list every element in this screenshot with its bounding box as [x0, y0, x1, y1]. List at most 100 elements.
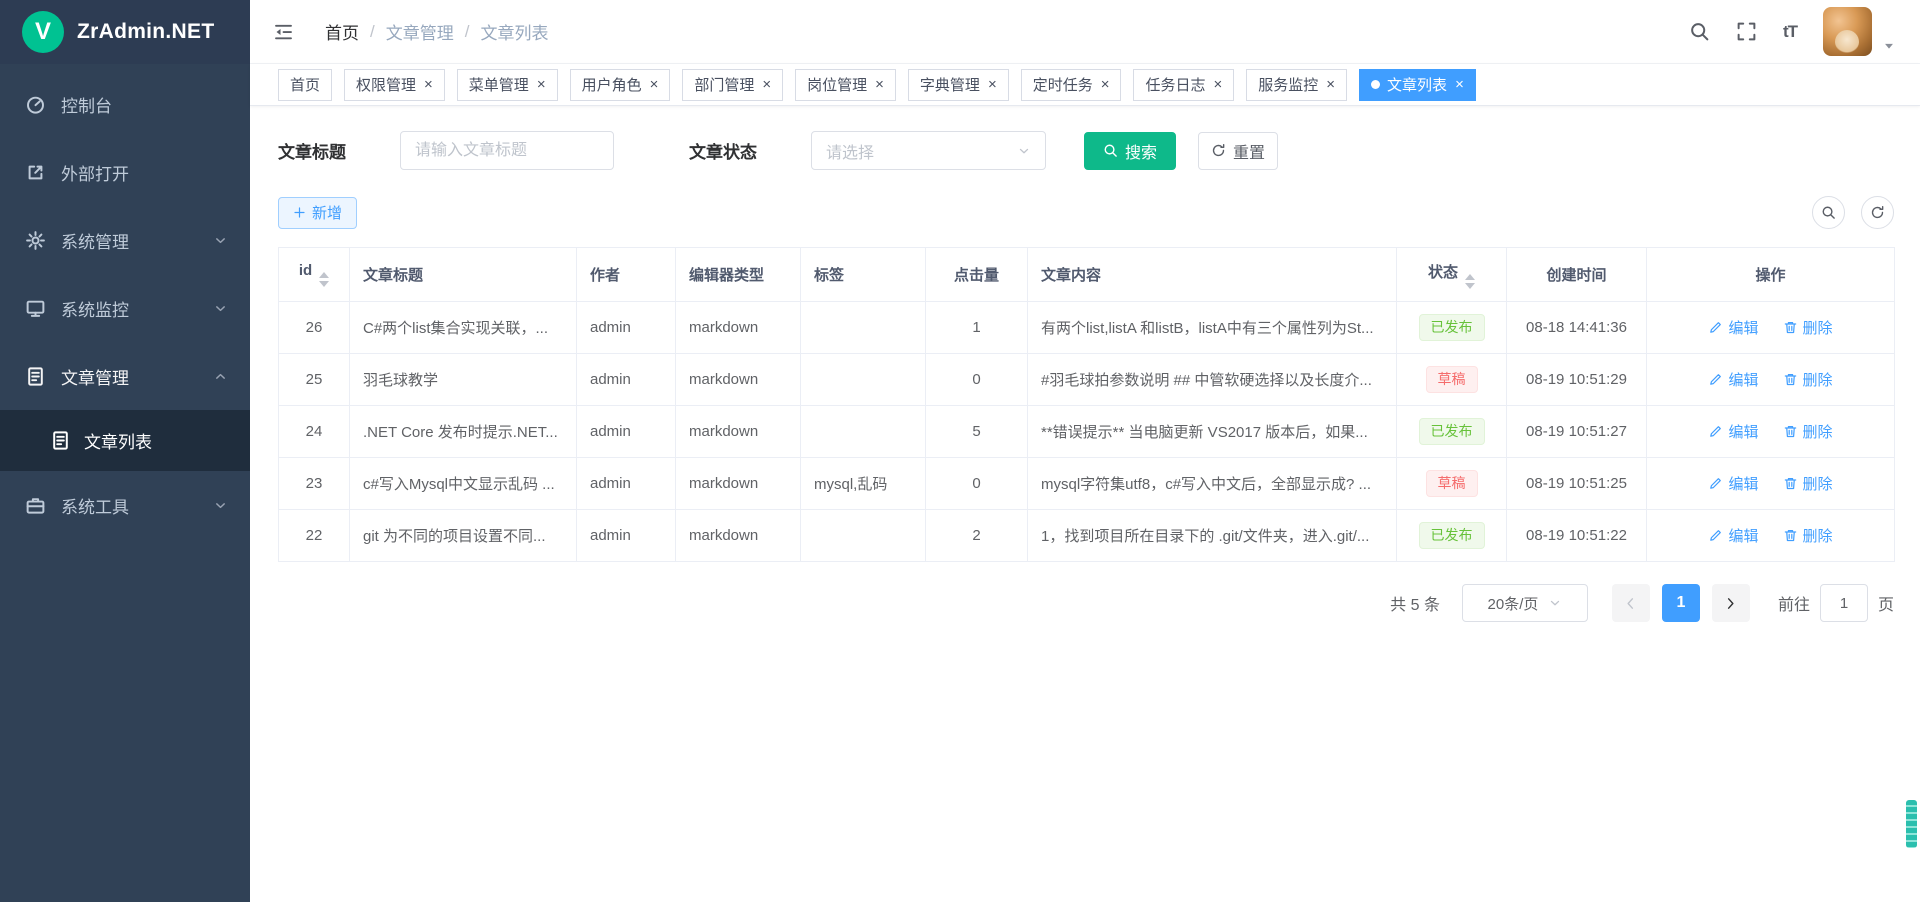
cell-status: 已发布 [1397, 510, 1507, 562]
column-header-title: 文章标题 [350, 248, 577, 302]
tab-close-icon[interactable]: × [762, 77, 771, 92]
prev-page-button[interactable] [1612, 584, 1650, 622]
edit-button-label: 编辑 [1728, 421, 1758, 442]
cell-actions: 编辑 删除 [1647, 354, 1895, 406]
table-row: 24.NET Core 发布时提示.NET...adminmarkdown5**… [279, 406, 1895, 458]
page-number-button[interactable]: 1 [1662, 584, 1700, 622]
sidebar-item-dashboard[interactable]: 控制台 [0, 70, 250, 138]
tab-home[interactable]: 首页 [278, 69, 332, 101]
tab-label: 服务监控 [1258, 74, 1318, 95]
reset-button[interactable]: 重置 [1198, 132, 1278, 170]
breadcrumb-separator: / [465, 22, 470, 42]
column-header-label: 创建时间 [1546, 267, 1606, 284]
tab-permission[interactable]: 权限管理× [344, 69, 445, 101]
sidebar-item-article-management[interactable]: 文章管理 [0, 342, 250, 410]
tab-user-role[interactable]: 用户角色× [570, 69, 671, 101]
caret-down-icon[interactable] [1882, 39, 1896, 53]
status-filter-placeholder: 请选择 [826, 139, 1017, 163]
delete-button[interactable]: 删除 [1783, 317, 1833, 338]
tab-close-icon[interactable]: × [1101, 77, 1110, 92]
cell-author: admin [577, 406, 676, 458]
tab-close-icon[interactable]: × [537, 77, 546, 92]
column-header-status[interactable]: 状态 [1397, 248, 1507, 302]
column-header-label: 点击量 [954, 267, 999, 284]
tab-close-icon[interactable]: × [1455, 77, 1464, 92]
toggle-search-button[interactable] [1812, 196, 1845, 229]
status-filter-select[interactable]: 请选择 [811, 131, 1046, 170]
delete-button[interactable]: 删除 [1783, 473, 1833, 494]
breadcrumb-item: 文章管理 [386, 19, 454, 44]
sidebar-item-label: 系统管理 [61, 228, 129, 253]
delete-icon [1783, 372, 1798, 387]
avatar[interactable] [1823, 7, 1872, 56]
column-header-content: 文章内容 [1028, 248, 1397, 302]
tab-post[interactable]: 岗位管理× [795, 69, 896, 101]
cell-content: #羽毛球拍参数说明 ## 中管软硬选择以及长度介... [1028, 354, 1397, 406]
chevron-down-icon [1548, 596, 1562, 610]
font-size-icon[interactable]: tT [1783, 21, 1797, 42]
page-size-select[interactable]: 20条/页 [1462, 584, 1588, 622]
tab-close-icon[interactable]: × [1214, 77, 1223, 92]
cell-author: admin [577, 302, 676, 354]
delete-button[interactable]: 删除 [1783, 369, 1833, 390]
sidebar-item-external-open[interactable]: 外部打开 [0, 138, 250, 206]
refresh-icon [1211, 143, 1226, 158]
tab-close-icon[interactable]: × [650, 77, 659, 92]
active-tab-dot-icon [1371, 80, 1380, 89]
edit-button[interactable]: 编辑 [1708, 421, 1758, 442]
tab-department[interactable]: 部门管理× [682, 69, 783, 101]
search-button[interactable]: 搜索 [1084, 132, 1176, 170]
edit-button[interactable]: 编辑 [1708, 369, 1758, 390]
sidebar-item-system-management[interactable]: 系统管理 [0, 206, 250, 274]
tab-dictionary[interactable]: 字典管理× [908, 69, 1009, 101]
sort-caret-icon[interactable] [1465, 274, 1475, 289]
search-icon [1103, 143, 1118, 158]
tab-timed-task[interactable]: 定时任务× [1021, 69, 1122, 101]
delete-button[interactable]: 删除 [1783, 525, 1833, 546]
topbar-actions: tT [1689, 7, 1896, 56]
breadcrumb-item[interactable]: 首页 [325, 19, 359, 44]
plus-icon [293, 206, 306, 219]
column-header-id[interactable]: id [279, 248, 350, 302]
title-filter-input[interactable] [400, 131, 614, 170]
delete-button-label: 删除 [1803, 525, 1833, 546]
search-icon[interactable] [1689, 21, 1710, 42]
edit-button[interactable]: 编辑 [1708, 525, 1758, 546]
tab-menu[interactable]: 菜单管理× [457, 69, 558, 101]
cell-status: 草稿 [1397, 458, 1507, 510]
sidebar-subitem-article-list[interactable]: 文章列表 [0, 410, 250, 471]
edit-button[interactable]: 编辑 [1708, 317, 1758, 338]
toolbar-right [1812, 196, 1894, 229]
tab-close-icon[interactable]: × [1326, 77, 1335, 92]
tab-service-monitor[interactable]: 服务监控 × [1246, 69, 1347, 101]
sidebar-item-system-monitor[interactable]: 系统监控 [0, 274, 250, 342]
next-page-button[interactable] [1712, 584, 1750, 622]
edit-button[interactable]: 编辑 [1708, 473, 1758, 494]
content: 文章标题 文章状态 请选择 搜索 重置 新 [250, 106, 1920, 622]
app-root: V ZrAdmin.NET 控制台外部打开系统管理系统监控文章管理文章列表系统工… [0, 0, 1920, 902]
tab-article-list[interactable]: 文章列表× [1359, 69, 1476, 101]
sort-caret-icon[interactable] [319, 272, 329, 287]
tab-task-log[interactable]: 任务日志× [1133, 69, 1234, 101]
sidebar-collapse-button[interactable] [272, 22, 295, 42]
refresh-table-button[interactable] [1861, 196, 1894, 229]
goto-label: 前往 [1778, 591, 1810, 615]
app-logo[interactable]: V ZrAdmin.NET [0, 0, 250, 64]
fullscreen-icon[interactable] [1736, 21, 1757, 42]
add-button[interactable]: 新增 [278, 197, 357, 229]
column-header-label: 标签 [814, 267, 844, 284]
sidebar-item-label: 控制台 [61, 92, 112, 117]
delete-icon [1783, 424, 1798, 439]
tab-close-icon[interactable]: × [424, 77, 433, 92]
sidebar-item-system-tools[interactable]: 系统工具 [0, 471, 250, 539]
cell-title: c#写入Mysql中文显示乱码 ... [350, 458, 577, 510]
delete-button[interactable]: 删除 [1783, 421, 1833, 442]
tab-close-icon[interactable]: × [988, 77, 997, 92]
cell-status: 已发布 [1397, 302, 1507, 354]
document-icon [25, 366, 46, 387]
reset-button-label: 重置 [1233, 139, 1265, 163]
scroll-speed-widget[interactable] [1906, 800, 1917, 848]
tab-close-icon[interactable]: × [875, 77, 884, 92]
goto-page-input[interactable] [1820, 584, 1868, 622]
gear-icon [25, 230, 46, 251]
